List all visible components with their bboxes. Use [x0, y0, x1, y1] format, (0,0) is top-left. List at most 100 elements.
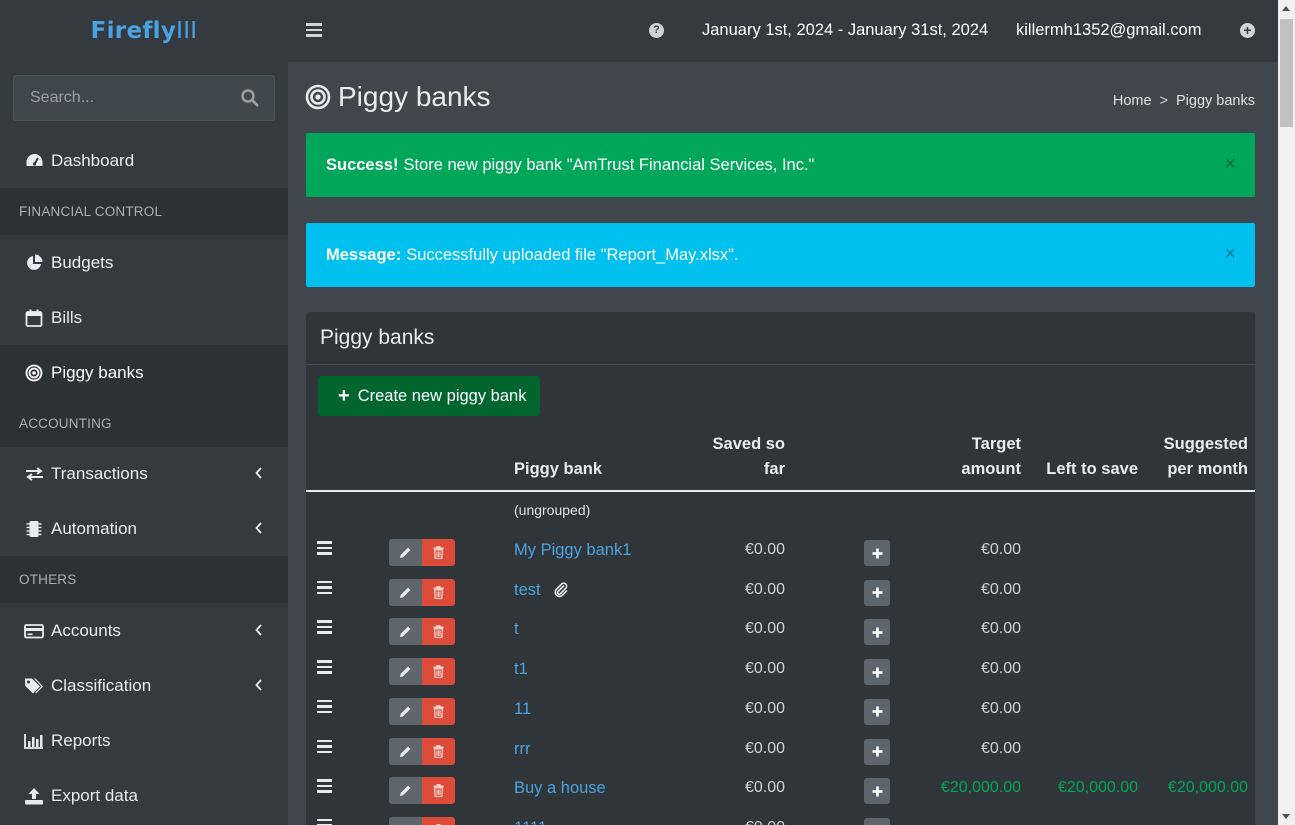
edit-pencil-button[interactable]: [389, 578, 422, 606]
piggy-bank-link[interactable]: t1: [514, 660, 528, 679]
add-money-plus-button[interactable]: [864, 817, 890, 825]
add-money-plus-button[interactable]: [864, 579, 890, 606]
search-input[interactable]: [14, 76, 234, 120]
table-header-rule: [306, 490, 1255, 492]
edit-pencil-button[interactable]: [389, 618, 422, 646]
help-question-icon[interactable]: ?: [649, 23, 664, 38]
bullseye-icon: [305, 84, 331, 110]
target-amount-value: €0.00: [980, 739, 1021, 757]
main-content: Piggy banks Home > Piggy banks Success! St…: [288, 62, 1278, 825]
column-header-left-to-save[interactable]: Left to save: [1046, 457, 1138, 482]
close-icon[interactable]: ×: [1224, 244, 1236, 264]
drag-handle-bars-icon[interactable]: [317, 580, 333, 595]
delete-trash-button[interactable]: [422, 618, 455, 646]
sidebar-item-bills[interactable]: Bills: [0, 290, 288, 345]
delete-trash-button[interactable]: [422, 816, 455, 825]
add-money-plus-button[interactable]: [864, 619, 890, 646]
drag-handle-bars-icon[interactable]: [317, 660, 333, 674]
create-piggy-bank-button[interactable]: + Create new piggy bank: [318, 376, 540, 416]
column-header-suggested[interactable]: Suggested per month: [1164, 432, 1248, 482]
column-header-target[interactable]: Target amount: [961, 432, 1021, 482]
delete-trash-button[interactable]: [422, 578, 455, 606]
credit-card-icon: [24, 621, 44, 641]
sidebar-toggle-hamburger-icon[interactable]: [304, 20, 324, 42]
close-icon[interactable]: ×: [1224, 154, 1236, 174]
scroll-up-arrow-icon[interactable]: [1282, 6, 1290, 11]
piggy-bank-link[interactable]: 11: [514, 700, 531, 719]
piggy-bank-link[interactable]: Buy a house: [514, 779, 606, 798]
piggy-bank-link[interactable]: rrr: [514, 740, 530, 759]
column-header-saved[interactable]: Saved so far: [713, 432, 785, 482]
user-menu-email[interactable]: killermh1352@gmail.com: [1016, 21, 1201, 40]
page-scrollbar[interactable]: [1278, 0, 1295, 825]
row-action-buttons: [389, 539, 455, 566]
sidebar-item-transactions[interactable]: Transactions: [0, 446, 288, 501]
drag-handle-bars-icon[interactable]: [317, 739, 333, 754]
sidebar-item-piggy-banks[interactable]: Piggy banks: [0, 345, 288, 400]
paperclip-icon: [554, 582, 568, 597]
add-money-plus-button[interactable]: [864, 540, 890, 566]
quick-create-plus-icon[interactable]: +: [1240, 23, 1255, 38]
drag-handle-bars-icon[interactable]: [317, 541, 333, 555]
edit-pencil-button[interactable]: [389, 697, 422, 725]
sidebar-item-classification[interactable]: Classification: [0, 658, 288, 713]
breadcrumb-home-link[interactable]: Home: [1113, 93, 1152, 109]
column-header-piggy-bank[interactable]: Piggy bank: [514, 457, 602, 482]
add-money-plus-button[interactable]: [864, 738, 890, 765]
divider: [306, 364, 1255, 365]
edit-pencil-button[interactable]: [389, 816, 422, 825]
target-amount-value: €20,000.00: [940, 779, 1021, 797]
sidebar-item-dashboard[interactable]: Dashboard: [0, 133, 288, 188]
table-row: t €0.00 €0.00: [306, 614, 1255, 654]
app-logo[interactable]: FireflyIII: [91, 18, 198, 44]
delete-trash-button[interactable]: [422, 658, 455, 686]
sidebar-item-label: Classification: [51, 675, 152, 695]
drag-handle-bars-icon[interactable]: [317, 818, 333, 825]
drag-handle-bars-icon[interactable]: [317, 620, 333, 634]
chevron-left-icon: [255, 522, 262, 534]
delete-trash-button[interactable]: [422, 777, 455, 805]
breadcrumb-separator: >: [1159, 93, 1168, 109]
table-row: test €0.00 €0.00: [306, 575, 1255, 615]
table-row: t1 €0.00 €0.00: [306, 654, 1255, 694]
breadcrumb: Home > Piggy banks: [1113, 93, 1255, 109]
piggy-bank-link[interactable]: My Piggy bank1: [514, 541, 631, 560]
add-money-plus-button[interactable]: [864, 698, 890, 725]
edit-pencil-button[interactable]: [389, 539, 422, 566]
search-icon[interactable]: [240, 88, 260, 108]
piggy-bank-link[interactable]: test: [514, 581, 541, 600]
table-row: Buy a house €0.00 €20,000.00 €20,000.00 €20,…: [306, 773, 1255, 813]
sidebar-item-export-data[interactable]: Export data: [0, 768, 288, 823]
sidebar-item-automation[interactable]: Automation: [0, 501, 288, 556]
logo-area[interactable]: FireflyIII: [0, 0, 288, 62]
delete-trash-button[interactable]: [422, 539, 455, 566]
table-row: My Piggy bank1 €0.00 €0.00: [306, 535, 1255, 575]
row-action-buttons: [389, 737, 455, 765]
delete-trash-button[interactable]: [422, 737, 455, 765]
sidebar-item-budgets[interactable]: Budgets: [0, 235, 288, 290]
drag-handle-bars-icon[interactable]: [317, 779, 333, 793]
delete-trash-button[interactable]: [422, 697, 455, 725]
drag-handle-bars-icon[interactable]: [317, 699, 333, 714]
sidebar-item-reports[interactable]: Reports: [0, 713, 288, 768]
add-money-plus-button[interactable]: [864, 778, 890, 805]
scroll-down-arrow-icon[interactable]: [1282, 814, 1290, 819]
add-money-plus-button[interactable]: [864, 659, 890, 686]
edit-pencil-button[interactable]: [389, 777, 422, 805]
piggy-bank-link[interactable]: t: [514, 620, 519, 639]
row-action-buttons: [389, 697, 455, 725]
nav-header-others: OTHERS: [0, 556, 288, 603]
sidebar-item-label: Dashboard: [51, 150, 135, 170]
sidebar-item-label: Accounts: [51, 620, 121, 640]
scrollbar-thumb[interactable]: [1280, 19, 1293, 127]
date-range-picker[interactable]: January 1st, 2024 - January 31st, 2024: [702, 21, 988, 40]
edit-pencil-button[interactable]: [389, 658, 422, 686]
upload-icon: [24, 786, 44, 806]
alert-label: Message:: [326, 245, 402, 264]
edit-pencil-button[interactable]: [389, 737, 422, 765]
sidebar-item-accounts[interactable]: Accounts: [0, 603, 288, 658]
nav-header-financial-control: FINANCIAL CONTROL: [0, 188, 288, 235]
piggy-banks-box: Piggy banks + Create new piggy bank Pigg…: [306, 312, 1255, 825]
microchip-icon: [24, 519, 44, 539]
piggy-bank-link[interactable]: 1111: [514, 819, 547, 825]
